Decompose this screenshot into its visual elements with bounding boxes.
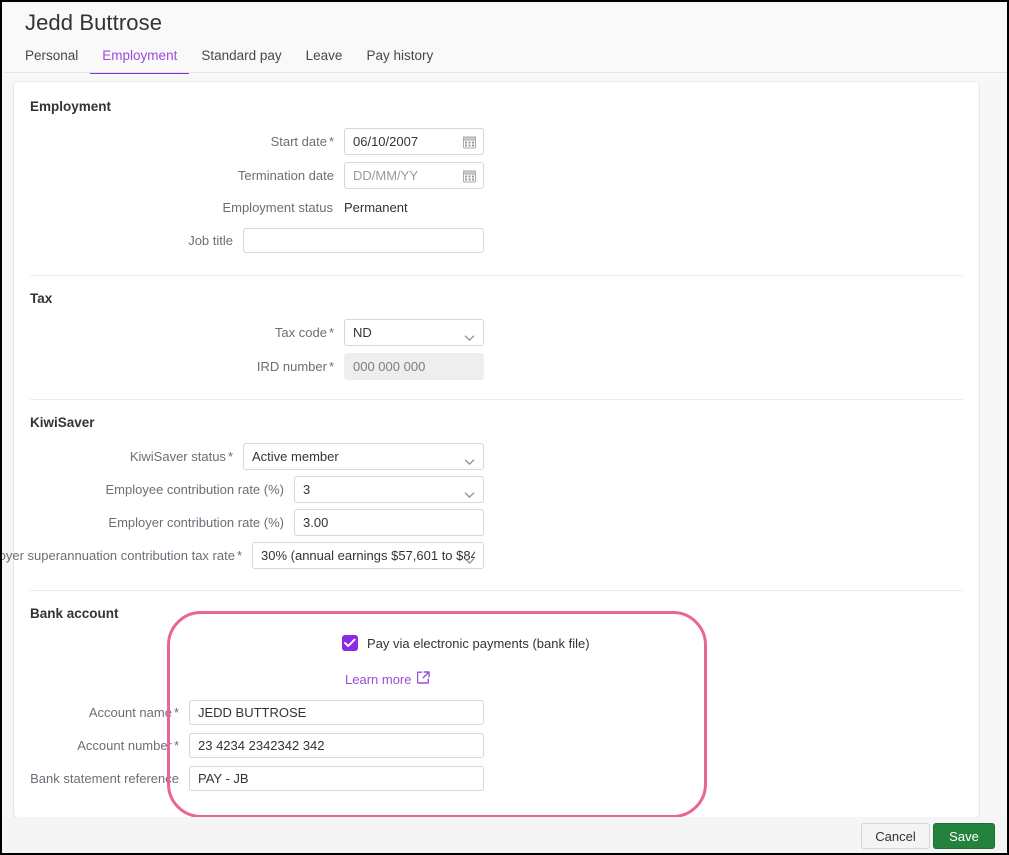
account-number-input[interactable]: 23 4234 2342342 342 [189, 733, 484, 758]
field-row-job-title: Job title [14, 228, 484, 253]
field-row-tax-code: Tax code * ND [14, 319, 484, 346]
job-title-input[interactable] [243, 228, 484, 253]
employment-form-card: Employment Start date * 06/10/2007 Termi… [2, 82, 979, 817]
esct-rate-label: Employer superannuation contribution tax… [0, 548, 242, 563]
field-row-start-date: Start date * 06/10/2007 [14, 128, 484, 155]
account-name-label: Account name * [88, 705, 179, 720]
pay-electronic-checkbox-row[interactable]: Pay via electronic payments (bank file) [342, 635, 590, 651]
chevron-down-icon[interactable] [464, 486, 475, 498]
start-date-input[interactable]: 06/10/2007 [344, 128, 484, 155]
chevron-down-icon[interactable] [464, 329, 475, 341]
termination-date-input[interactable]: DD/MM/YY [344, 162, 484, 189]
learn-more-link[interactable]: Learn more [345, 671, 431, 687]
divider-employment-tax [30, 275, 963, 276]
divider-tax-kiwisaver [30, 399, 963, 400]
external-link-icon[interactable] [417, 671, 431, 687]
save-button[interactable]: Save [933, 823, 995, 849]
field-row-account-name: Account name * JEDD BUTTROSE [14, 700, 484, 725]
tab-leave[interactable]: Leave [294, 48, 355, 74]
divider-kiwisaver-bank [30, 590, 963, 591]
field-row-employee-contribution-rate: Employee contribution rate (%) 3 [14, 476, 484, 503]
field-row-ird-number: IRD number * 000 000 000 [14, 353, 484, 380]
page-title: Jedd Buttrose [25, 10, 163, 35]
field-row-employment-status: Employment status Permanent [14, 200, 484, 215]
calendar-icon[interactable] [463, 135, 476, 148]
chevron-down-icon[interactable] [464, 552, 475, 564]
kiwisaver-status-select[interactable]: Active member [243, 443, 484, 470]
field-row-esct-rate: Employer superannuation contribution tax… [2, 542, 484, 569]
employee-contribution-rate-select[interactable]: 3 [294, 476, 484, 503]
tab-personal[interactable]: Personal [25, 48, 90, 74]
statement-reference-input[interactable]: PAY - JB [189, 766, 484, 791]
calendar-icon[interactable] [463, 169, 476, 182]
page-header: Jedd Buttrose Personal Employment Standa… [4, 4, 1007, 76]
pay-electronic-checkbox[interactable] [342, 635, 358, 651]
tab-bar-divider [4, 72, 1007, 73]
tab-bar: Personal Employment Standard pay Leave P… [25, 48, 445, 74]
statement-reference-label: Bank statement reference [30, 771, 179, 786]
section-title-bank-account: Bank account [30, 606, 119, 621]
section-title-employment: Employment [30, 99, 112, 114]
start-date-label: Start date * [270, 134, 334, 149]
tab-standard-pay[interactable]: Standard pay [189, 48, 293, 74]
app-window: Jedd Buttrose Personal Employment Standa… [0, 0, 1009, 855]
tab-pay-history[interactable]: Pay history [354, 48, 445, 74]
section-title-tax: Tax [30, 291, 53, 306]
employment-status-label: Employment status [222, 200, 333, 215]
cancel-button[interactable]: Cancel [861, 823, 930, 849]
learn-more-label: Learn more [345, 671, 412, 687]
account-name-input[interactable]: JEDD BUTTROSE [189, 700, 484, 725]
account-number-label: Account number * [77, 738, 179, 753]
ird-number-label: IRD number * [256, 359, 334, 374]
field-row-termination-date: Termination date DD/MM/YY [14, 162, 484, 189]
field-row-account-number: Account number * 23 4234 2342342 342 [14, 733, 484, 758]
job-title-label: Job title [188, 233, 233, 248]
tab-employment[interactable]: Employment [90, 48, 190, 74]
form-footer: Cancel Save [4, 817, 1007, 853]
field-row-statement-reference: Bank statement reference PAY - JB [14, 766, 484, 791]
chevron-down-icon[interactable] [464, 453, 475, 465]
pay-electronic-label: Pay via electronic payments (bank file) [367, 635, 590, 651]
ird-number-input: 000 000 000 [344, 353, 484, 380]
field-row-kiwisaver-status: KiwiSaver status * Active member [14, 443, 484, 470]
employee-contribution-rate-label: Employee contribution rate (%) [105, 482, 284, 497]
employer-contribution-rate-input[interactable]: 3.00 [294, 509, 484, 536]
employment-status-value: Permanent [344, 200, 408, 215]
esct-rate-select[interactable]: 30% (annual earnings $57,601 to $84 [252, 542, 484, 569]
field-row-employer-contribution-rate: Employer contribution rate (%) 3.00 [14, 509, 484, 536]
section-title-kiwisaver: KiwiSaver [30, 415, 95, 430]
tax-code-select[interactable]: ND [344, 319, 484, 346]
tax-code-label: Tax code * [274, 325, 334, 340]
kiwisaver-status-label: KiwiSaver status * [129, 449, 233, 464]
employer-contribution-rate-label: Employer contribution rate (%) [108, 515, 284, 530]
termination-date-label: Termination date [237, 168, 334, 183]
